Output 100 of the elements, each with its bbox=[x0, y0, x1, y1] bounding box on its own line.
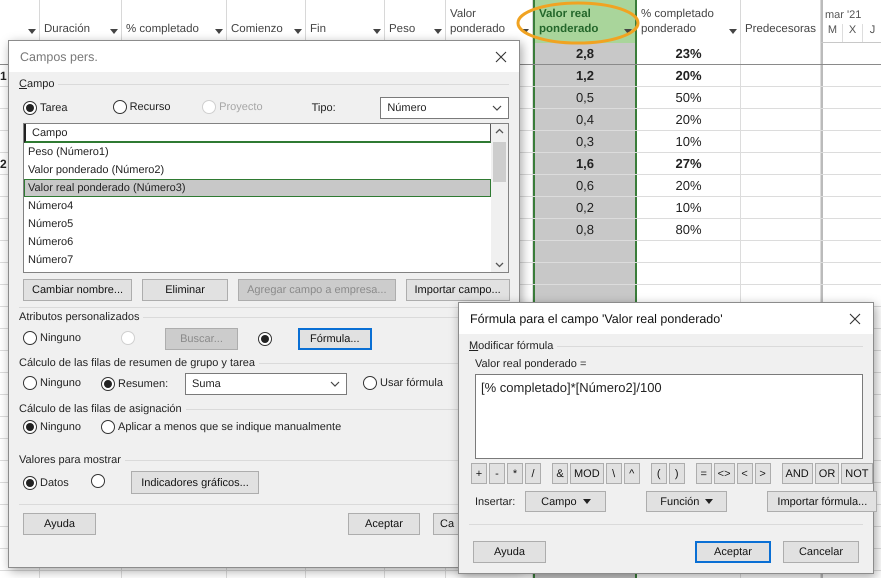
chevron-down-icon bbox=[330, 381, 340, 387]
dropdown-arrow-icon bbox=[434, 29, 442, 34]
table-cell: 10% bbox=[637, 197, 741, 218]
operator-button[interactable]: / bbox=[525, 463, 541, 484]
dialog-title: Fórmula para el campo 'Valor real ponderado' bbox=[470, 312, 723, 326]
table-cell: 0,4 bbox=[533, 109, 637, 130]
dialog-title: Campos pers. bbox=[20, 50, 98, 64]
radio-button[interactable]: Datos bbox=[23, 476, 69, 490]
timescale-day: X bbox=[843, 24, 863, 42]
type-label: Tipo: bbox=[312, 102, 337, 114]
radio-button[interactable]: Recurso bbox=[112, 100, 171, 114]
insert-button[interactable]: Importar fórmula... bbox=[767, 491, 878, 512]
table-cell: 20% bbox=[637, 109, 741, 130]
group-label: Cálculo de las filas de asignación bbox=[19, 403, 182, 415]
column-header[interactable] bbox=[0, 0, 40, 43]
table-cell: 27% bbox=[637, 153, 741, 174]
list-item[interactable]: Número7 bbox=[24, 251, 491, 269]
dialog-button[interactable]: Ayuda bbox=[23, 513, 96, 535]
dialog-button[interactable]: Ayuda bbox=[473, 541, 546, 563]
timescale-month: mar '21 bbox=[824, 8, 862, 23]
list-item[interactable]: Número6 bbox=[24, 233, 491, 251]
operator-button[interactable]: < bbox=[736, 463, 753, 484]
caret-icon bbox=[705, 499, 714, 504]
table-cell: 0,8 bbox=[533, 219, 637, 240]
table-cell: 0,3 bbox=[533, 131, 637, 152]
table-cell: 1,2 bbox=[533, 65, 637, 86]
group-label: Modificar fórmula bbox=[469, 340, 554, 352]
table-cell: 0,5 bbox=[533, 87, 637, 108]
group-label: Valores para mostrar bbox=[19, 454, 121, 466]
radio-button[interactable] bbox=[91, 474, 105, 488]
operator-button[interactable]: + bbox=[471, 463, 487, 484]
operator-button[interactable]: NOT bbox=[841, 463, 872, 484]
dialog-button[interactable]: Aceptar bbox=[348, 513, 420, 535]
radio-button[interactable]: Ninguno bbox=[23, 376, 81, 390]
group-label: Cálculo de las filas de resumen de grupo y tarea bbox=[19, 357, 256, 369]
radio-button[interactable]: Ninguno bbox=[23, 420, 81, 434]
list-item[interactable]: Número5 bbox=[24, 215, 491, 233]
dropdown-arrow-icon bbox=[373, 29, 381, 34]
dropdown-arrow-icon bbox=[294, 29, 302, 34]
table-cell: 0,2 bbox=[533, 197, 637, 218]
close-button[interactable] bbox=[847, 310, 863, 326]
operator-button[interactable]: = bbox=[696, 463, 712, 484]
expression-label: Valor real ponderado = bbox=[474, 358, 586, 370]
close-icon bbox=[495, 50, 507, 62]
operator-button[interactable]: \ bbox=[606, 463, 622, 484]
table-cell: 80% bbox=[637, 219, 741, 240]
table-cell: 20% bbox=[637, 65, 741, 86]
import-field-button[interactable]: Importar campo... bbox=[406, 279, 510, 301]
operator-button[interactable]: & bbox=[552, 463, 568, 484]
table-cell: 2,8 bbox=[533, 43, 637, 64]
radio-button[interactable]: Aplicar a menos que se indique manualmente bbox=[101, 420, 342, 434]
dialog-button[interactable]: Aceptar bbox=[695, 541, 771, 563]
operator-button[interactable]: <> bbox=[714, 463, 735, 484]
operator-button[interactable]: OR bbox=[814, 463, 840, 484]
list-item[interactable]: Valor real ponderado (Número3) bbox=[24, 179, 491, 197]
operator-button[interactable]: MOD bbox=[570, 463, 604, 484]
table-cell: 10% bbox=[637, 131, 741, 152]
operator-button[interactable]: * bbox=[507, 463, 523, 484]
graphical-indicators-button[interactable]: Indicadores gráficos... bbox=[131, 471, 259, 494]
operator-button[interactable]: ( bbox=[650, 463, 667, 484]
type-dropdown[interactable]: Número bbox=[380, 97, 509, 119]
dropdown-arrow-icon bbox=[215, 29, 223, 34]
table-cell: 0,6 bbox=[533, 175, 637, 196]
operator-button[interactable]: > bbox=[754, 463, 771, 484]
dropdown-arrow-icon bbox=[28, 29, 36, 34]
scrollbar[interactable] bbox=[491, 124, 508, 272]
column-header[interactable]: Predecesoras bbox=[741, 0, 821, 43]
dropdown-arrow-icon bbox=[729, 29, 737, 34]
dialog-button[interactable]: Cancelar bbox=[783, 541, 859, 563]
dropdown-arrow-icon bbox=[624, 29, 632, 34]
list-column-header: Campo bbox=[24, 124, 491, 143]
rollup-dropdown[interactable]: Suma bbox=[185, 373, 347, 395]
column-header[interactable]: % completado ponderado bbox=[637, 0, 741, 43]
table-cell: 1,6 bbox=[533, 153, 637, 174]
scroll-down-icon bbox=[495, 262, 504, 268]
insert-button[interactable]: Función bbox=[646, 491, 728, 512]
radio-button[interactable]: Ninguno bbox=[23, 330, 81, 344]
caret-icon bbox=[582, 499, 591, 504]
timescale-day: M bbox=[823, 24, 843, 42]
insert-button[interactable]: Campo bbox=[525, 491, 606, 512]
operator-button[interactable]: AND bbox=[782, 463, 813, 484]
operator-button[interactable]: ^ bbox=[624, 463, 640, 484]
scrollbar-thumb[interactable] bbox=[493, 142, 506, 182]
radio-button[interactable] bbox=[258, 332, 272, 346]
radio-button[interactable]: Resumen: bbox=[101, 377, 168, 391]
formula-field[interactable]: [% completado]*[Número2]/100 bbox=[475, 374, 863, 459]
operator-button[interactable]: - bbox=[489, 463, 505, 484]
formula-button[interactable]: Fórmula... bbox=[298, 328, 372, 350]
insert-label: Insertar: bbox=[475, 496, 516, 508]
close-button[interactable] bbox=[493, 48, 509, 64]
table-cell: 23% bbox=[637, 43, 741, 64]
radio-button[interactable]: Tarea bbox=[23, 101, 68, 115]
list-item[interactable]: Número4 bbox=[24, 197, 491, 215]
table-cell: 50% bbox=[637, 87, 741, 108]
delete-button[interactable]: Eliminar bbox=[142, 279, 228, 301]
radio-button[interactable]: Usar fórmula bbox=[363, 376, 443, 390]
rename-button[interactable]: Cambiar nombre... bbox=[23, 279, 132, 301]
operator-button[interactable]: ) bbox=[668, 463, 685, 484]
group-label: Atributos personalizados bbox=[19, 311, 140, 323]
close-icon bbox=[849, 312, 861, 324]
